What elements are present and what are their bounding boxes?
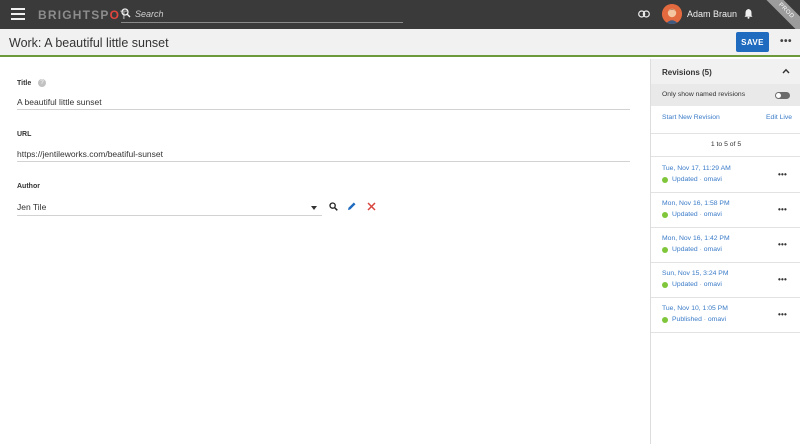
logo-text: BRIGHTSP [38, 8, 110, 22]
named-revisions-toggle[interactable] [775, 92, 790, 99]
status-dot [662, 212, 668, 218]
url-field[interactable] [17, 146, 630, 162]
revision-item[interactable]: Mon, Nov 16, 1:58 PM Updated · omavi ••• [651, 193, 800, 228]
status-text: Updated [672, 281, 698, 288]
revision-date: Mon, Nov 16, 1:58 PM [662, 200, 730, 207]
status-dot [662, 317, 668, 323]
edit-live-link[interactable]: Edit Live [766, 114, 792, 121]
chevron-up-icon[interactable] [782, 68, 790, 74]
link-icon[interactable] [638, 10, 650, 18]
avatar-portrait-icon [662, 4, 682, 24]
named-revisions-filter: Only show named revisions [651, 84, 800, 106]
revision-status: Published · omavi [672, 316, 726, 323]
revision-date: Mon, Nov 16, 1:42 PM [662, 235, 730, 242]
revision-user: omavi [703, 246, 722, 253]
revision-user: omavi [703, 281, 722, 288]
search-box [121, 6, 403, 23]
status-text: Updated [672, 211, 698, 218]
revision-status: Updated · omavi [672, 281, 722, 288]
url-label: URL [17, 131, 32, 138]
search-input[interactable] [135, 6, 395, 21]
user-name[interactable]: Adam Braun [687, 9, 737, 19]
revision-status: Updated · omavi [672, 246, 722, 253]
author-label: Author [17, 183, 40, 190]
title-label: Title [17, 80, 32, 87]
content-form: Title ? URL Author Jen Tile [0, 59, 650, 444]
revision-item[interactable]: Tue, Nov 10, 1:05 PM Published · omavi •… [651, 298, 800, 333]
start-new-revision-link[interactable]: Start New Revision [662, 114, 720, 121]
revision-more-button[interactable]: ••• [778, 275, 787, 284]
revision-item[interactable]: Sun, Nov 15, 3:24 PM Updated · omavi ••• [651, 263, 800, 298]
author-select[interactable]: Jen Tile [17, 200, 322, 216]
status-text: Published [672, 316, 702, 323]
search-icon [121, 8, 131, 18]
revision-item[interactable]: Tue, Nov 17, 11:29 AM Updated · omavi ••… [651, 158, 800, 193]
chevron-down-icon[interactable] [311, 206, 317, 210]
revision-user: omavi [707, 316, 727, 323]
revisions-panel: Revisions (5) Only show named revisions … [650, 59, 800, 444]
revision-more-button[interactable]: ••• [778, 240, 787, 249]
logo-accent: O [109, 8, 121, 22]
status-text: Updated [672, 246, 698, 253]
brand-logo[interactable]: BRIGHTSPOT [38, 8, 129, 22]
revision-user: omavi [703, 211, 722, 218]
bell-icon[interactable] [744, 8, 753, 19]
revision-more-button[interactable]: ••• [778, 310, 787, 319]
status-dot [662, 282, 668, 288]
pencil-icon[interactable] [347, 201, 357, 211]
toggle-knob [776, 93, 781, 98]
environment-badge: PROD [759, 0, 800, 29]
revision-date: Tue, Nov 17, 11:29 AM [662, 165, 731, 172]
revision-date: Sun, Nov 15, 3:24 PM [662, 270, 729, 277]
pagination-range: 1 to 5 of 5 [651, 133, 800, 157]
hamburger-menu-icon[interactable] [11, 8, 25, 20]
revisions-header: Revisions (5) [651, 59, 800, 84]
revision-status: Updated · omavi [672, 211, 722, 218]
revision-item[interactable]: Mon, Nov 16, 1:42 PM Updated · omavi ••• [651, 228, 800, 263]
revisions-title: Revisions (5) [662, 68, 712, 77]
revision-more-button[interactable]: ••• [778, 170, 787, 179]
avatar[interactable] [662, 4, 682, 24]
search-icon[interactable] [329, 202, 338, 211]
save-button[interactable]: SAVE [736, 32, 769, 52]
revision-status: Updated · omavi [672, 176, 722, 183]
title-bar: Work: A beautiful little sunset SAVE ••• [0, 29, 800, 57]
status-dot [662, 247, 668, 253]
status-text: Updated [672, 176, 698, 183]
help-icon[interactable]: ? [38, 79, 46, 87]
status-dot [662, 177, 668, 183]
author-value: Jen Tile [17, 202, 47, 212]
page-title: Work: A beautiful little sunset [9, 36, 169, 50]
revision-more-button[interactable]: ••• [778, 205, 787, 214]
revision-user: omavi [703, 176, 722, 183]
title-field[interactable] [17, 94, 630, 110]
close-icon[interactable] [367, 202, 376, 211]
revision-date: Tue, Nov 10, 1:05 PM [662, 305, 728, 312]
more-options-button[interactable]: ••• [780, 36, 792, 47]
toggle-label: Only show named revisions [662, 91, 746, 98]
top-bar: BRIGHTSPOT Adam Braun PROD [0, 0, 800, 29]
